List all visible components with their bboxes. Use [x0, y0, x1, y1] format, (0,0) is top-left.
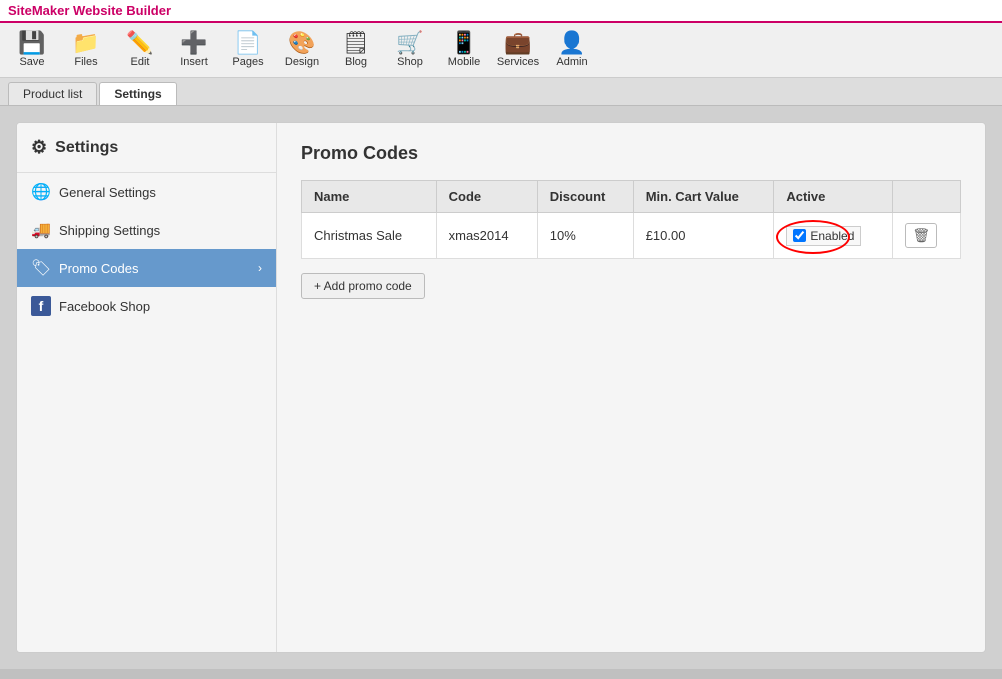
insert-label: Insert	[180, 56, 208, 68]
panel: ⚙ Settings 🌐 General Settings 🚚 Shipping Se…	[16, 122, 986, 653]
sidebar: ⚙ Settings 🌐 General Settings 🚚 Shipping Se…	[17, 123, 277, 652]
shop-icon: 🛒	[396, 32, 423, 54]
active-checkbox[interactable]	[793, 229, 806, 242]
services-label: Services	[497, 56, 539, 68]
sidebar-item-shipping-settings[interactable]: 🚚 Shipping Settings	[17, 211, 276, 249]
toolbar-btn-files[interactable]: 📁 Files	[60, 27, 112, 73]
toolbar-btn-pages[interactable]: 📄 Pages	[222, 27, 274, 73]
toolbar-btn-blog[interactable]: 🗒 Blog	[330, 27, 382, 73]
toolbar-btn-edit[interactable]: ✏️ Edit	[114, 27, 166, 73]
chevron-icon: ›	[258, 261, 262, 275]
toolbar: 💾 Save 📁 Files ✏️ Edit ➕ Insert 📄 Pages 🎨 Design 🗒 Bl…	[0, 23, 1002, 78]
save-label: Save	[19, 56, 44, 68]
table-row: Christmas Salexmas201410%£10.00 Enabled …	[302, 213, 961, 259]
pages-label: Pages	[232, 56, 263, 68]
edit-label: Edit	[131, 56, 150, 68]
mobile-icon: 📱	[450, 32, 477, 54]
insert-icon: ➕	[180, 32, 207, 54]
title-bar: SiteMaker Website Builder	[0, 0, 1002, 23]
col-header-4: Active	[774, 181, 893, 213]
cell-name: Christmas Sale	[302, 213, 437, 259]
edit-icon: ✏️	[126, 32, 153, 54]
sidebar-item-label: Shipping Settings	[59, 223, 160, 238]
shipping-settings-icon: 🚚	[31, 220, 51, 240]
sidebar-heading: Settings	[55, 139, 118, 157]
facebook-shop-icon: f	[31, 296, 51, 316]
toolbar-btn-mobile[interactable]: 📱 Mobile	[438, 27, 490, 73]
col-header-2: Discount	[537, 181, 633, 213]
delete-button[interactable]: 🗑	[905, 223, 937, 248]
main-content: ⚙ Settings 🌐 General Settings 🚚 Shipping Se…	[0, 106, 1002, 669]
col-header-1: Code	[436, 181, 537, 213]
col-header-0: Name	[302, 181, 437, 213]
files-icon: 📁	[72, 32, 99, 54]
admin-label: Admin	[556, 56, 587, 68]
blog-label: Blog	[345, 56, 367, 68]
enabled-label: Enabled	[810, 229, 854, 243]
toolbar-btn-services[interactable]: 💼 Services	[492, 27, 544, 73]
toolbar-btn-save[interactable]: 💾 Save	[6, 27, 58, 73]
table-header: NameCodeDiscountMin. Cart ValueActive	[302, 181, 961, 213]
add-promo-button[interactable]: + Add promo code	[301, 273, 425, 299]
general-settings-icon: 🌐	[31, 182, 51, 202]
enabled-circle-annotation: Enabled	[786, 226, 861, 246]
files-label: Files	[74, 56, 97, 68]
app-title: SiteMaker Website Builder	[8, 3, 171, 18]
toolbar-btn-design[interactable]: 🎨 Design	[276, 27, 328, 73]
design-label: Design	[285, 56, 319, 68]
pages-icon: 📄	[234, 32, 261, 54]
mobile-label: Mobile	[448, 56, 480, 68]
col-header-3: Min. Cart Value	[633, 181, 774, 213]
promo-table: NameCodeDiscountMin. Cart ValueActive Ch…	[301, 180, 961, 259]
cell-min-cart: £10.00	[633, 213, 774, 259]
tab-product-list[interactable]: Product list	[8, 82, 97, 105]
toolbar-btn-shop[interactable]: 🛒 Shop	[384, 27, 436, 73]
gear-icon: ⚙	[31, 137, 47, 158]
sidebar-item-promo-codes[interactable]: 🏷 Promo Codes ›	[17, 249, 276, 287]
tab-bar: Product listSettings	[0, 78, 1002, 106]
cell-delete: 🗑	[893, 213, 961, 259]
cell-discount: 10%	[537, 213, 633, 259]
enabled-badge[interactable]: Enabled	[786, 226, 861, 246]
sidebar-item-general-settings[interactable]: 🌐 General Settings	[17, 173, 276, 211]
toolbar-btn-admin[interactable]: 👤 Admin	[546, 27, 598, 73]
promo-codes-icon: 🏷	[31, 258, 51, 278]
sidebar-title: ⚙ Settings	[17, 137, 276, 173]
section-title: Promo Codes	[301, 143, 961, 164]
toolbar-btn-insert[interactable]: ➕ Insert	[168, 27, 220, 73]
save-icon: 💾	[18, 32, 45, 54]
shop-label: Shop	[397, 56, 423, 68]
content-area: Promo Codes NameCodeDiscountMin. Cart Va…	[277, 123, 985, 652]
admin-icon: 👤	[558, 32, 585, 54]
tab-settings[interactable]: Settings	[99, 82, 176, 105]
cell-code: xmas2014	[436, 213, 537, 259]
design-icon: 🎨	[288, 32, 315, 54]
cell-active: Enabled	[774, 213, 893, 259]
sidebar-item-label: Facebook Shop	[59, 299, 150, 314]
col-header-5	[893, 181, 961, 213]
sidebar-item-label: Promo Codes	[59, 261, 138, 276]
sidebar-item-facebook-shop[interactable]: f Facebook Shop	[17, 287, 276, 325]
table-body: Christmas Salexmas201410%£10.00 Enabled …	[302, 213, 961, 259]
sidebar-item-label: General Settings	[59, 185, 156, 200]
services-icon: 💼	[504, 32, 531, 54]
blog-icon: 🗒	[342, 32, 370, 54]
